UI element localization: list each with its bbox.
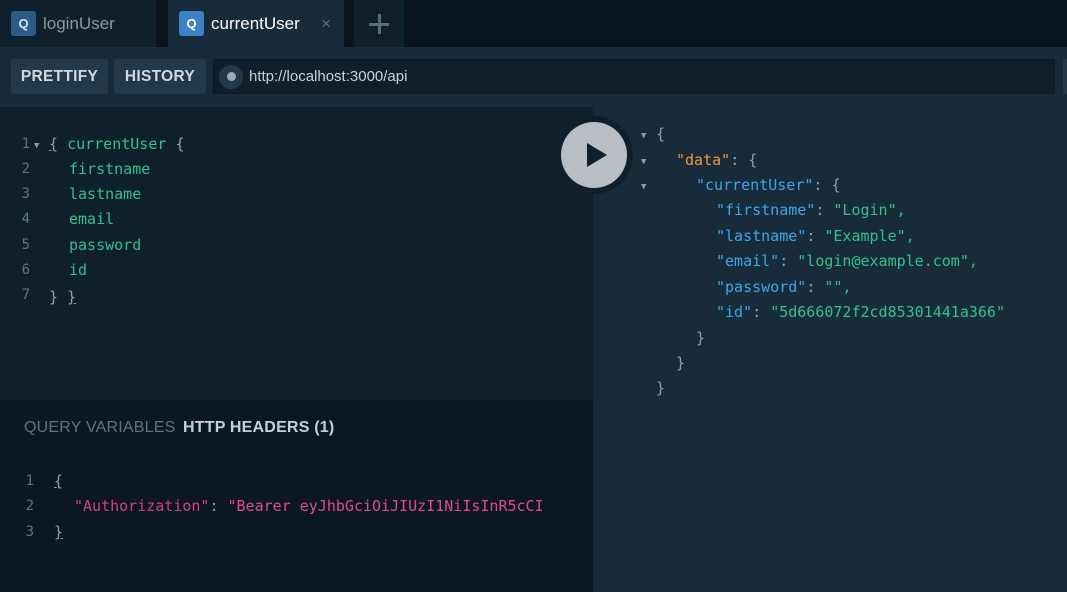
query-line-7: } } [49,288,77,306]
fold-arrow-icon[interactable]: ▼ [34,141,39,151]
fold-arrow-icon[interactable]: ▼ [641,182,646,192]
result-viewer: ▼ { ▼ "data": { ▼ "currentUser": { "firs… [593,107,1067,592]
result-close-brace: } [696,329,706,347]
query-editor[interactable]: 1 ▼ { currentUser { 2 firstname 3 lastna… [0,107,593,400]
result-field-lastname: "lastname": "Example", [716,227,915,245]
plus-icon [369,13,389,34]
status-dot-icon [219,64,243,89]
line-number: 5 [21,237,30,253]
query-line-1: { currentUser { [49,135,185,153]
line-number: 3 [21,186,30,202]
line-number: 4 [21,211,30,227]
query-badge-icon: Q [179,11,204,36]
tab-login-user[interactable]: Q loginUser [0,0,156,47]
tab-bar: Q loginUser Q currentUser × [0,0,1067,47]
execute-query-button[interactable] [555,116,633,194]
headers-editor[interactable]: 1 { 2 "Authorization": "Bearer eyJhbGciO… [0,468,593,558]
tab-http-headers[interactable]: HTTP HEADERS (1) [183,419,334,437]
tab-label: loginUser [43,13,115,33]
header-key: "Authorization" [74,497,210,515]
fold-arrow-icon[interactable]: ▼ [641,157,646,167]
fold-arrow-icon[interactable]: ▼ [641,131,646,141]
result-current-user-key: "currentUser" [696,176,814,194]
result-data-key: "data" [676,151,731,169]
add-tab-button[interactable] [354,0,404,47]
line-number: 7 [21,287,30,303]
result-current-user-line: "currentUser": { [696,176,841,194]
line-number: 1 [21,136,30,152]
tab-query-variables[interactable]: QUERY VARIABLES [24,419,176,437]
history-button[interactable]: HISTORY [114,59,206,94]
tab-current-user[interactable]: Q currentUser × [168,0,344,47]
result-close-brace: } [656,379,666,397]
query-badge-icon: Q [11,11,36,36]
query-field-email: email [69,210,115,228]
header-authorization: "Authorization": "Bearer eyJhbGciOiJIUzI… [74,497,544,515]
headers-open-brace: { [54,472,64,490]
play-icon [586,143,607,167]
line-number: 3 [25,524,34,540]
line-number: 2 [25,498,34,514]
query-field-id: id [69,261,88,279]
settings-button[interactable] [1063,59,1067,94]
result-field-firstname: "firstname": "Login", [716,201,906,219]
line-number: 1 [25,473,34,489]
result-data-line: "data": { [676,151,758,169]
toolbar: PRETTIFY HISTORY http://localhost:3000/a… [0,47,1067,107]
result-field-password: "password": "", [716,278,852,296]
close-icon[interactable]: × [321,14,331,34]
result-field-id: "id": "5d666072f2cd85301441a366" [716,303,1005,321]
line-number: 6 [21,262,30,278]
query-field-password: password [69,236,142,254]
endpoint-url-input[interactable]: http://localhost:3000/api [213,59,1055,94]
endpoint-url-text: http://localhost:3000/api [249,68,408,85]
line-number: 2 [21,161,30,177]
headers-close-brace: } [54,523,64,541]
result-close-brace: } [676,354,686,372]
query-field-firstname: firstname [69,160,151,178]
result-open-brace: { [656,125,666,143]
query-field-lastname: lastname [69,185,142,203]
header-value: "Bearer eyJhbGciOiJIUzI1NiIsInR5cCI [227,497,544,515]
result-field-email: "email": "login@example.com", [716,252,978,270]
tab-label: currentUser [211,13,300,33]
prettify-button[interactable]: PRETTIFY [11,59,108,94]
